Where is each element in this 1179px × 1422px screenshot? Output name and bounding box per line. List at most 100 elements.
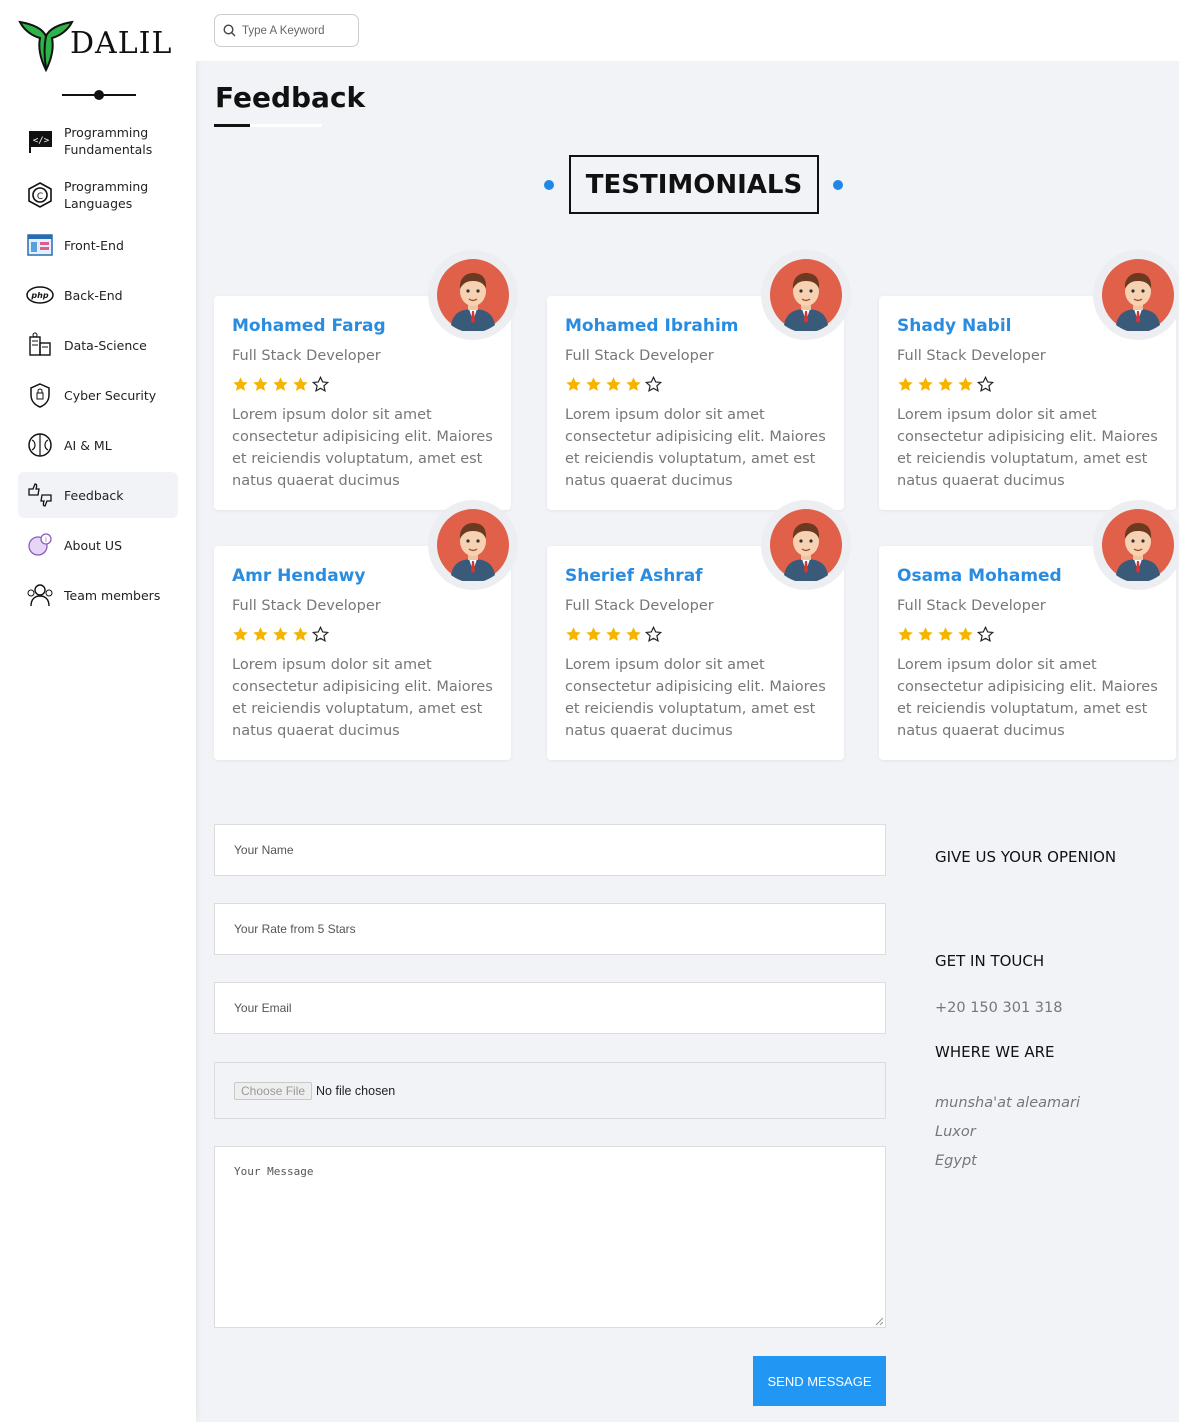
sidebar-item-label: Cyber Security [64, 387, 157, 403]
phone-number: +20 150 301 318 [935, 1000, 1063, 1016]
avatar [761, 250, 851, 340]
title-underline [214, 124, 322, 127]
sidebar-item-cyber-security[interactable]: Cyber Security [18, 372, 178, 418]
info-chat-icon: i [26, 531, 54, 559]
star-filled-icon [605, 626, 622, 643]
sidebar-item-programming-languages[interactable]: C Programming Languages [18, 172, 178, 218]
sidebar-item-label: Front-End [64, 237, 124, 253]
star-empty-icon [976, 375, 995, 393]
sidebar-item-label: AI & ML [64, 437, 112, 453]
rating-stars [565, 375, 663, 393]
search-box[interactable] [214, 14, 359, 47]
sidebar-item-front-end[interactable]: Front-End [18, 222, 178, 268]
testimonial-text: Lorem ipsum dolor sit amet consectetur a… [565, 407, 826, 489]
sidebar-item-ai-ml[interactable]: AI & ML [18, 422, 178, 468]
svg-text:C: C [37, 192, 43, 202]
testimonial-name: Sherief Ashraf [565, 566, 703, 586]
star-filled-icon [605, 376, 622, 393]
rating-stars [565, 625, 663, 643]
where-heading: WHERE WE ARE [935, 1043, 1055, 1061]
star-filled-icon [272, 376, 289, 393]
star-filled-icon [292, 376, 309, 393]
shield-icon [26, 381, 54, 409]
address-line: Egypt [935, 1153, 977, 1169]
star-filled-icon [957, 626, 974, 643]
heading-dot-left [544, 180, 554, 190]
star-filled-icon [252, 376, 269, 393]
star-filled-icon [585, 626, 602, 643]
star-filled-icon [232, 376, 249, 393]
message-input[interactable] [215, 1147, 885, 1327]
heading-dot-right [833, 180, 843, 190]
address-line: Luxor [935, 1124, 976, 1140]
testimonial-text: Lorem ipsum dolor sit amet consectetur a… [565, 657, 826, 739]
star-empty-icon [644, 625, 663, 643]
testimonial-card: Shady Nabil Full Stack Developer Lorem ips… [879, 250, 1179, 510]
opinion-heading: GIVE US YOUR OPENION [935, 848, 1117, 866]
php-icon: php [26, 281, 54, 309]
star-filled-icon [897, 626, 914, 643]
testimonial-name: Mohamed Farag [232, 316, 386, 336]
star-filled-icon [625, 626, 642, 643]
sidebar-item-feedback[interactable]: Feedback [18, 472, 178, 518]
search-icon [223, 24, 236, 37]
sidebar-item-team-members[interactable]: Team members [18, 572, 178, 618]
browser-window-icon [26, 231, 54, 259]
send-message-button[interactable]: SEND MESSAGE [753, 1356, 886, 1406]
star-filled-icon [272, 626, 289, 643]
svg-text:php: php [30, 291, 48, 300]
page-title: Feedback [215, 81, 366, 114]
rate-field[interactable] [214, 903, 886, 955]
star-filled-icon [937, 376, 954, 393]
file-status: No file chosen [316, 1083, 396, 1098]
name-input[interactable] [215, 825, 885, 875]
rating-stars [897, 625, 995, 643]
brain-icon [26, 431, 54, 459]
dalil-logo[interactable]: DALIL [18, 18, 183, 74]
star-filled-icon [957, 376, 974, 393]
testimonial-role: Full Stack Developer [565, 348, 714, 364]
star-empty-icon [311, 625, 330, 643]
sidebar-item-data-science[interactable]: Data-Science [18, 322, 178, 368]
testimonial-card: Mohamed Ibrahim Full Stack Developer Lorem… [547, 250, 851, 510]
rate-input[interactable] [215, 904, 885, 954]
testimonial-card: Amr Hendawy Full Stack Developer Lorem ips… [214, 500, 518, 760]
c-language-icon: C [26, 181, 54, 209]
rating-stars [232, 625, 330, 643]
avatar [761, 500, 851, 590]
star-filled-icon [625, 376, 642, 393]
star-filled-icon [937, 626, 954, 643]
message-field[interactable] [214, 1146, 886, 1328]
top-header [196, 0, 1179, 61]
testimonial-role: Full Stack Developer [897, 598, 1046, 614]
email-input[interactable] [215, 983, 885, 1033]
testimonial-role: Full Stack Developer [897, 348, 1046, 364]
sidebar-item-label: Team members [64, 587, 161, 603]
choose-file-button[interactable]: Choose File [234, 1081, 313, 1100]
sidebar-item-programming-fundamentals[interactable]: </> Programming Fundamentals [18, 118, 178, 164]
resize-handle-icon[interactable] [875, 1317, 883, 1325]
rating-stars [232, 375, 330, 393]
star-empty-icon [976, 625, 995, 643]
email-field[interactable] [214, 982, 886, 1034]
testimonial-name: Amr Hendawy [232, 566, 366, 586]
name-field[interactable] [214, 824, 886, 876]
star-filled-icon [565, 376, 582, 393]
star-filled-icon [917, 626, 934, 643]
testimonial-role: Full Stack Developer [565, 598, 714, 614]
sidebar-item-label: Feedback [64, 487, 124, 503]
avatar [1093, 250, 1179, 340]
testimonial-name: Mohamed Ibrahim [565, 316, 739, 336]
avatar [428, 500, 518, 590]
address-line: munsha'at aleamari [935, 1095, 1081, 1111]
star-filled-icon [252, 626, 269, 643]
sidebar-item-label: Back-End [64, 287, 123, 303]
sidebar-item-back-end[interactable]: php Back-End [18, 272, 178, 318]
sidebar-item-about-us[interactable]: i About US [18, 522, 178, 568]
search-input[interactable] [242, 24, 352, 37]
sidebar-nav: </> Programming Fundamentals C Programmi… [18, 118, 178, 622]
sidebar-item-label: Data-Science [64, 337, 147, 353]
star-empty-icon [311, 375, 330, 393]
brand-name: DALIL [70, 26, 173, 61]
star-filled-icon [585, 376, 602, 393]
